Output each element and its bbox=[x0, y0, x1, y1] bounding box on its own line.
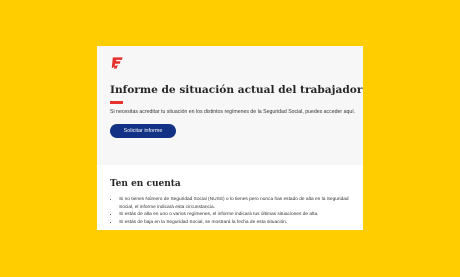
request-report-button[interactable]: Solicitar informe bbox=[110, 124, 176, 138]
social-security-logo-icon bbox=[111, 57, 123, 69]
list-item: Si no tienes Número de Seguridad Social … bbox=[119, 196, 350, 211]
title-accent-bar bbox=[110, 101, 123, 104]
page-title: Informe de situación actual del trabajad… bbox=[110, 84, 363, 96]
notes-list: Si no tienes Número de Seguridad Social … bbox=[110, 196, 350, 226]
page-description: Si necesitas acreditar tu situación en l… bbox=[110, 109, 356, 115]
report-header-panel: Informe de situación actual del trabajad… bbox=[97, 46, 363, 165]
notes-title: Ten en cuenta bbox=[110, 179, 181, 189]
list-item: Si estás de alta en uno o varios regímen… bbox=[119, 211, 350, 219]
report-card: Informe de situación actual del trabajad… bbox=[97, 46, 363, 230]
notes-section: Ten en cuenta Si no tienes Número de Seg… bbox=[97, 165, 363, 226]
list-item: Si estás de baja en la Seguridad Social,… bbox=[119, 219, 350, 227]
